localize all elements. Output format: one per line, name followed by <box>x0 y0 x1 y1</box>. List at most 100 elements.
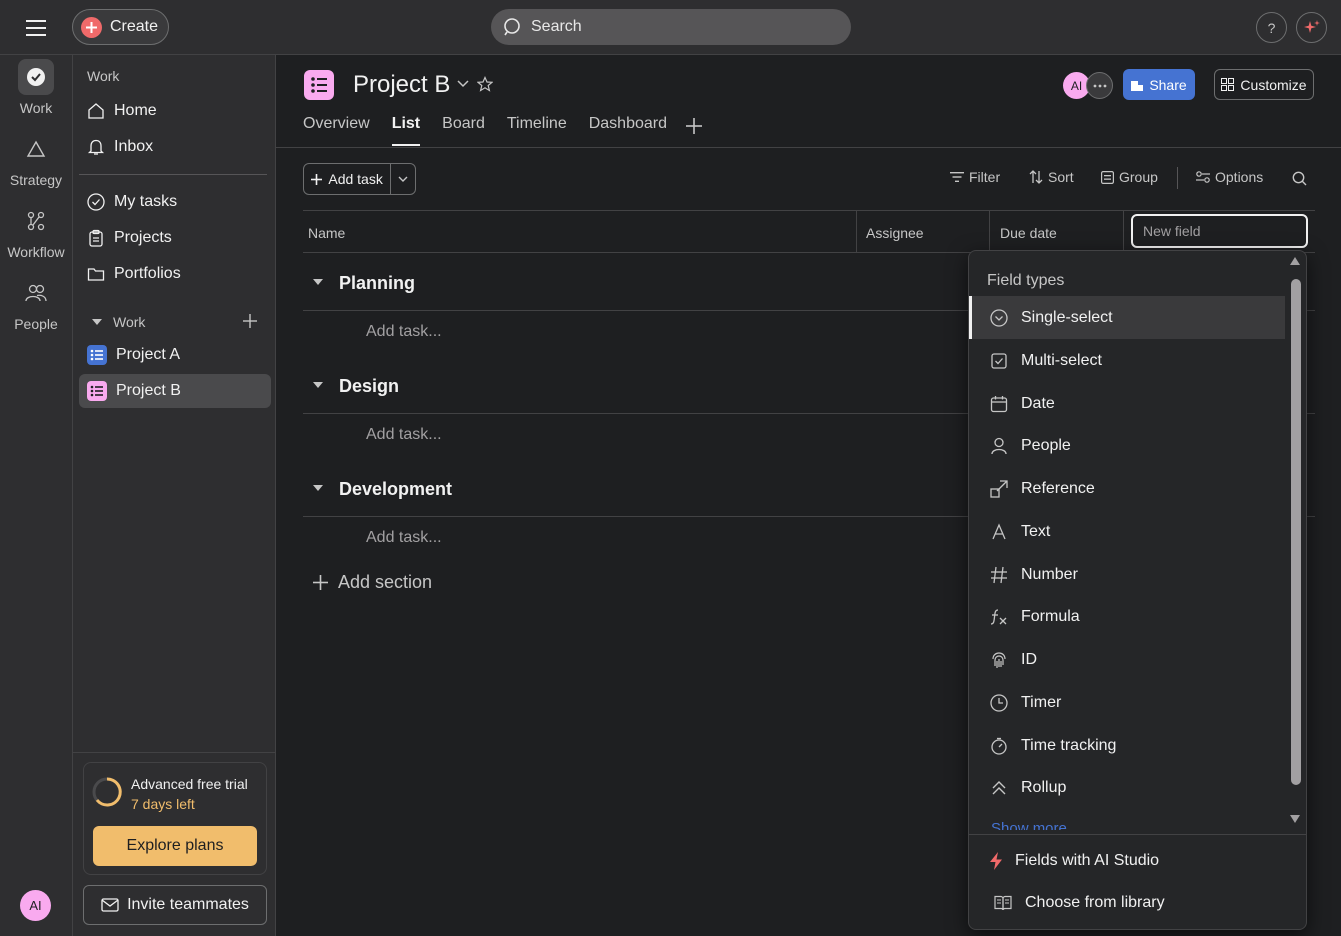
ai-sparkle-button[interactable] <box>1296 12 1327 43</box>
customize-button[interactable]: Customize <box>1214 69 1314 100</box>
add-task-inline[interactable]: Add task... <box>366 529 442 547</box>
lightning-icon <box>989 852 1003 870</box>
add-task-inline[interactable]: Add task... <box>366 323 442 341</box>
field-type-formula[interactable]: Formula <box>969 595 1285 638</box>
sidebar-item-home[interactable]: Home <box>79 94 271 128</box>
rail-item-workflow[interactable]: Workflow <box>0 203 72 260</box>
star-icon[interactable] <box>477 76 493 92</box>
tab-board[interactable]: Board <box>442 115 485 143</box>
header-divider <box>276 147 1341 148</box>
field-type-people[interactable]: People <box>969 424 1285 467</box>
fingerprint-icon <box>990 651 1008 669</box>
sidebar-heading: Work <box>87 68 120 84</box>
scroll-down-icon[interactable] <box>1289 814 1301 824</box>
field-type-label: Multi-select <box>1021 351 1102 369</box>
field-type-label: People <box>1021 436 1071 454</box>
search-input[interactable]: Search <box>491 9 851 45</box>
field-type-date[interactable]: Date <box>969 382 1285 425</box>
invite-teammates-button[interactable]: Invite teammates <box>83 885 267 925</box>
field-type-rollup[interactable]: Rollup <box>969 766 1285 809</box>
add-task-button[interactable]: Add task <box>304 164 392 194</box>
sidebar-item-label: My tasks <box>114 193 178 210</box>
sidebar-item-inbox[interactable]: Inbox <box>79 130 271 164</box>
section-title-planning[interactable]: Planning <box>339 273 415 294</box>
field-type-reference[interactable]: Reference <box>969 467 1285 510</box>
single-select-icon <box>990 308 1008 327</box>
field-type-timer[interactable]: Timer <box>969 681 1285 724</box>
rail-item-strategy[interactable]: Strategy <box>0 131 72 188</box>
top-bar: Create Search ? <box>0 0 1341 55</box>
sidebar-section-label: Work <box>113 314 146 330</box>
sidebar-item-project-b[interactable]: Project B <box>79 374 271 408</box>
sidebar: Work Home Inbox My tasks Projects Portfo… <box>72 55 276 936</box>
search-placeholder: Search <box>531 18 582 35</box>
search-icon[interactable] <box>1292 171 1307 186</box>
explore-plans-button[interactable]: Explore plans <box>93 826 257 866</box>
section-collapse-icon[interactable] <box>312 278 324 286</box>
column-header-due-date[interactable]: Due date <box>1000 225 1057 241</box>
new-field-input[interactable]: New field <box>1131 214 1308 248</box>
section-collapse-icon[interactable] <box>312 381 324 389</box>
reference-icon <box>990 479 1008 498</box>
section-collapse-icon[interactable] <box>312 484 324 492</box>
add-project-icon[interactable] <box>243 314 257 328</box>
sidebar-item-project-a[interactable]: Project A <box>79 338 271 372</box>
new-field-placeholder: New field <box>1143 223 1201 239</box>
tab-list[interactable]: List <box>391 115 421 146</box>
add-tab-icon[interactable] <box>686 118 702 134</box>
filter-button[interactable]: Filter <box>950 169 1000 185</box>
tab-timeline[interactable]: Timeline <box>507 115 567 143</box>
more-members-icon[interactable] <box>1086 72 1113 99</box>
left-rail: Work Strategy Workflow People AI <box>0 55 72 936</box>
options-button[interactable]: Options <box>1196 169 1263 185</box>
choose-from-library-button[interactable]: Choose from library <box>994 894 1165 912</box>
chevron-down-icon <box>398 176 408 182</box>
sidebar-item-my-tasks[interactable]: My tasks <box>79 185 271 219</box>
field-type-time-tracking[interactable]: Time tracking <box>969 724 1285 767</box>
create-button[interactable]: Create <box>72 9 169 45</box>
field-type-id[interactable]: ID <box>969 638 1285 681</box>
sidebar-section-work[interactable]: Work <box>91 314 145 330</box>
add-task-inline[interactable]: Add task... <box>366 426 442 444</box>
chevron-down-icon[interactable] <box>457 80 469 88</box>
section-title-design[interactable]: Design <box>339 376 399 397</box>
sidebar-item-projects[interactable]: Projects <box>79 221 271 255</box>
trial-title: Advanced free trial <box>131 776 248 792</box>
add-task-dropdown-button[interactable] <box>391 164 415 194</box>
field-type-label: Formula <box>1021 607 1080 625</box>
text-icon <box>990 522 1008 541</box>
sidebar-item-label: Project B <box>116 382 181 399</box>
fields-with-ai-studio-button[interactable]: Fields with AI Studio <box>989 852 1159 870</box>
field-type-number[interactable]: Number <box>969 553 1285 596</box>
column-header-assignee[interactable]: Assignee <box>866 225 924 241</box>
tab-overview[interactable]: Overview <box>303 115 370 143</box>
add-section-button[interactable]: Add section <box>313 572 432 593</box>
book-icon <box>994 895 1012 911</box>
sidebar-item-label: Portfolios <box>114 265 181 282</box>
rail-item-people[interactable]: People <box>0 275 72 332</box>
ai-studio-label: Fields with AI Studio <box>1015 852 1160 869</box>
field-type-text[interactable]: Text <box>969 510 1285 553</box>
section-title-development[interactable]: Development <box>339 479 452 500</box>
field-type-single-select[interactable]: Single-select <box>969 296 1285 339</box>
group-button[interactable]: Group <box>1101 169 1158 185</box>
show-more-link[interactable]: Show more <box>991 820 1067 830</box>
people-icon <box>25 283 47 303</box>
scrollbar-thumb[interactable] <box>1291 279 1301 785</box>
user-avatar[interactable]: AI <box>20 890 51 921</box>
mail-icon <box>101 898 119 912</box>
sort-button[interactable]: Sort <box>1029 169 1074 185</box>
group-label: Group <box>1119 169 1158 185</box>
share-button[interactable]: Share <box>1123 69 1195 100</box>
field-type-multi-select[interactable]: Multi-select <box>969 339 1285 382</box>
column-header-name[interactable]: Name <box>308 225 345 241</box>
help-button[interactable]: ? <box>1256 12 1287 43</box>
rail-item-work[interactable]: Work <box>0 59 72 116</box>
project-title[interactable]: Project B <box>353 71 450 99</box>
menu-icon[interactable] <box>22 16 50 40</box>
scroll-up-icon[interactable] <box>1289 256 1301 266</box>
project-tabs: Overview List Board Timeline Dashboard <box>303 115 667 146</box>
sidebar-item-portfolios[interactable]: Portfolios <box>79 257 271 291</box>
hash-icon <box>990 566 1008 584</box>
tab-dashboard[interactable]: Dashboard <box>589 115 667 143</box>
